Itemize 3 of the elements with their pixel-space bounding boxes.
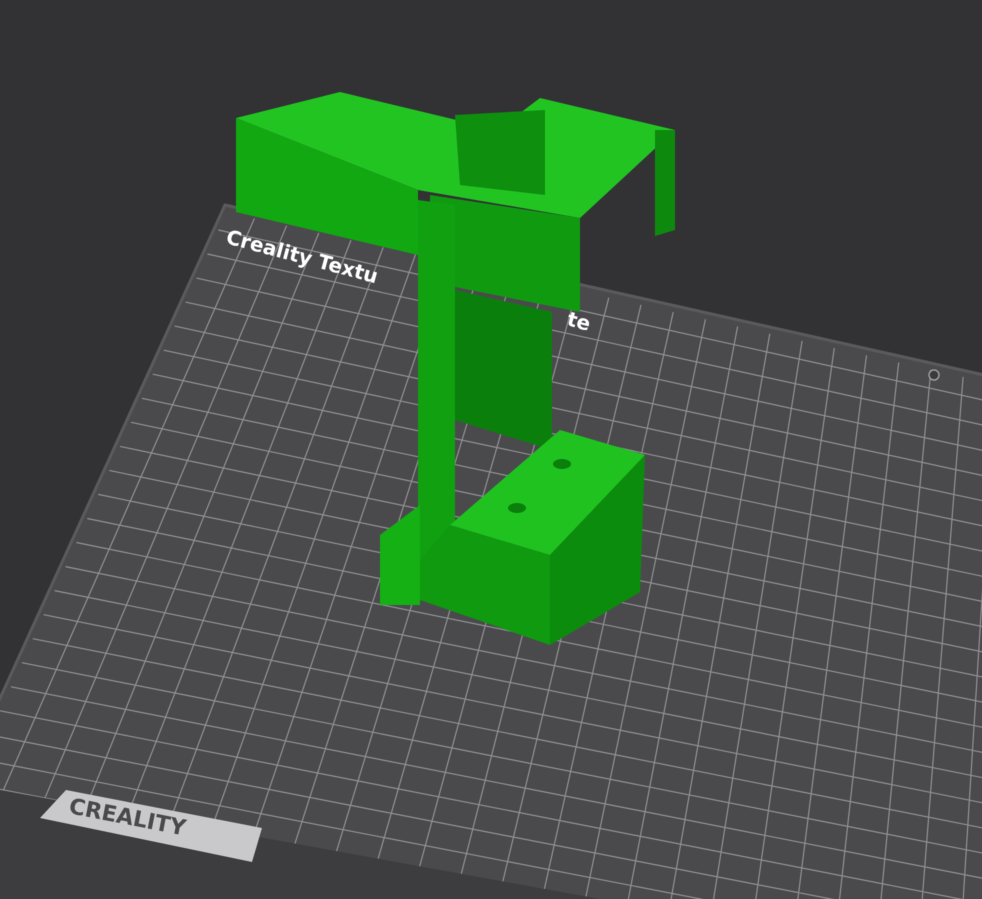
- plate-label: te: [564, 306, 594, 336]
- plate-logo: CREALITY: [66, 794, 188, 842]
- screw-icon: [928, 369, 940, 381]
